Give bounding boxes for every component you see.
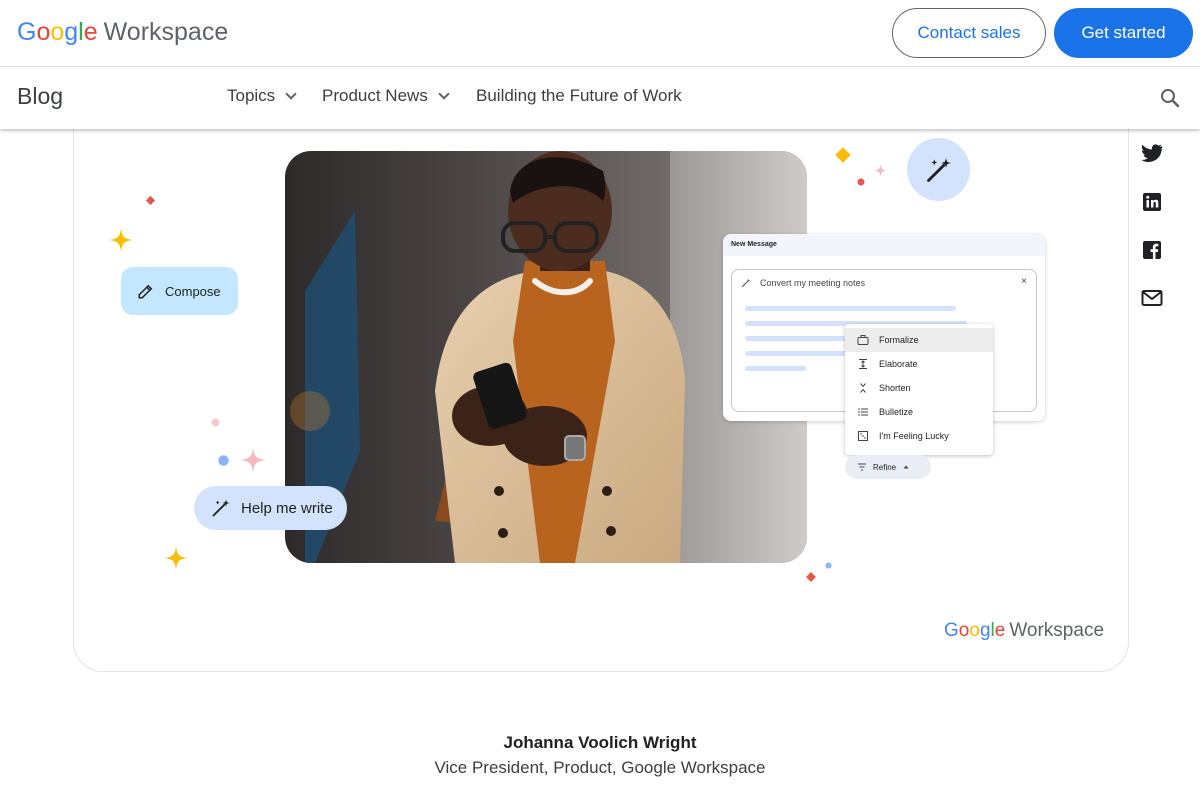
sparkle-decoration	[835, 147, 851, 163]
sparkle-decoration	[857, 178, 865, 186]
search-icon	[1161, 89, 1180, 108]
expand-icon	[859, 359, 867, 369]
facebook-icon	[1143, 241, 1161, 259]
compose-chip-label: Compose	[165, 283, 221, 299]
search-button[interactable]	[1158, 86, 1182, 110]
nav-topics-dropdown[interactable]: Topics	[227, 86, 297, 106]
chevron-down-icon	[438, 87, 450, 100]
nav-item-label: Topics	[227, 86, 276, 105]
share-linkedin-button[interactable]	[1140, 190, 1164, 214]
logo-letter: g	[64, 18, 79, 46]
logo-letter: o	[36, 18, 51, 46]
sparkle-decoration	[145, 195, 156, 206]
sparkle-decoration	[218, 455, 229, 466]
sparkle-decoration	[874, 164, 887, 177]
caret-up-icon	[903, 465, 909, 469]
help-me-write-label: Help me write	[241, 499, 333, 517]
logo-letter: e	[83, 18, 98, 46]
logo-letter: G	[944, 620, 959, 641]
logo-letter: g	[979, 620, 991, 641]
twitter-icon	[1141, 144, 1163, 162]
filter-icon	[858, 463, 866, 471]
prompt-text: Convert my meeting notes	[760, 278, 866, 288]
menu-item-label: I'm Feeling Lucky	[879, 431, 949, 441]
refine-chip[interactable]: Refine	[845, 455, 931, 479]
menu-item-formalize[interactable]: Formalize	[845, 328, 993, 352]
collapse-icon	[860, 383, 866, 393]
google-workspace-logo: Google Workspace	[944, 620, 1104, 642]
blog-home-link[interactable]: Blog	[17, 83, 63, 110]
nav-item-label: Building the Future of Work	[476, 86, 682, 105]
nav-product-news-dropdown[interactable]: Product News	[322, 86, 450, 106]
sparkle-decoration	[109, 228, 133, 252]
top-header: Google Workspace Contact sales Get start…	[0, 0, 1200, 67]
refine-menu: Formalize Elaborate Shorten Bulletize I'…	[845, 324, 993, 455]
share-email-button[interactable]	[1140, 286, 1164, 310]
dice-icon	[858, 431, 868, 441]
sparkle-decoration	[211, 418, 220, 427]
magic-pen-icon	[212, 499, 230, 517]
pencil-icon	[138, 284, 153, 299]
text-placeholder-line	[745, 336, 850, 341]
google-workspace-logo[interactable]: Google Workspace	[17, 18, 228, 47]
magic-pen-icon	[741, 278, 751, 288]
menu-item-bulletize[interactable]: Bulletize	[845, 400, 993, 424]
logo-letter: o	[50, 18, 65, 46]
sparkle-decoration	[240, 447, 266, 473]
get-started-button[interactable]: Get started	[1054, 8, 1193, 58]
mail-icon	[1141, 290, 1163, 306]
menu-item-elaborate[interactable]: Elaborate	[845, 352, 993, 376]
share-facebook-button[interactable]	[1140, 238, 1164, 262]
chevron-down-icon	[285, 87, 297, 100]
nav-item-label: Product News	[322, 86, 428, 105]
menu-item-label: Formalize	[879, 335, 919, 345]
close-icon[interactable]: ×	[1021, 276, 1027, 287]
text-placeholder-line	[745, 306, 956, 311]
menu-item-shorten[interactable]: Shorten	[845, 376, 993, 400]
help-me-write-chip: Help me write	[194, 486, 347, 530]
compose-chip: Compose	[121, 267, 238, 315]
logo-product-name: Workspace	[1009, 620, 1105, 641]
logo-letter: e	[994, 620, 1006, 641]
magic-pen-icon	[926, 157, 951, 182]
sparkle-decoration	[825, 562, 832, 569]
share-twitter-button[interactable]	[1140, 141, 1164, 165]
logo-letter: o	[969, 620, 980, 641]
sparkle-decoration	[164, 546, 188, 570]
menu-item-label: Elaborate	[879, 359, 918, 369]
briefcase-icon	[857, 335, 869, 345]
compose-window-title: New Message	[731, 241, 777, 248]
refine-chip-label: Refine	[873, 462, 897, 472]
text-placeholder-line	[745, 366, 806, 371]
contact-sales-button[interactable]: Contact sales	[892, 8, 1046, 58]
text-placeholder-line	[745, 351, 850, 356]
blog-nav-bar: Blog Topics Product News Building the Fu…	[0, 67, 1200, 129]
logo-letter: G	[17, 18, 37, 46]
nav-future-of-work-link[interactable]: Building the Future of Work	[476, 86, 682, 106]
linkedin-icon	[1143, 193, 1161, 211]
author-title: Vice President, Product, Google Workspac…	[434, 758, 766, 777]
menu-item-label: Shorten	[879, 383, 911, 393]
list-icon	[858, 408, 868, 416]
sparkle-decoration	[806, 572, 816, 582]
menu-item-feeling-lucky[interactable]: I'm Feeling Lucky	[845, 424, 993, 448]
magic-pen-badge	[907, 138, 970, 201]
menu-item-label: Bulletize	[879, 407, 914, 417]
logo-letter: o	[958, 620, 970, 641]
author-name: Johanna Voolich Wright	[503, 733, 697, 752]
logo-product-name: Workspace	[103, 18, 229, 46]
